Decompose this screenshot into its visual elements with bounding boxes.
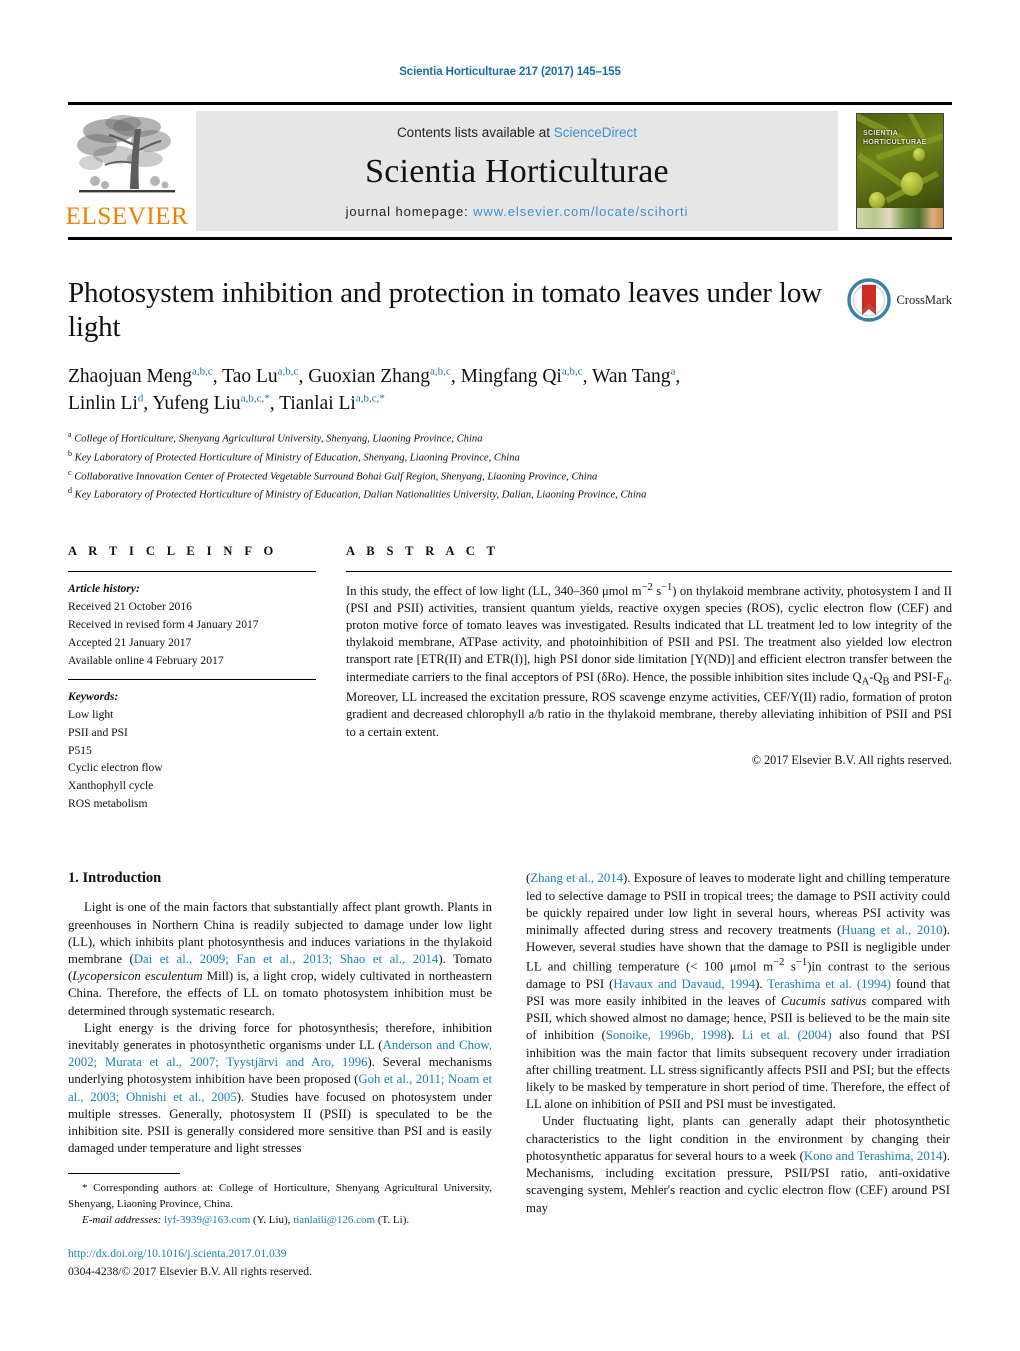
contents-prefix: Contents lists available at xyxy=(396,125,554,140)
abstract-copyright: © 2017 Elsevier B.V. All rights reserved… xyxy=(751,752,952,767)
homepage-link[interactable]: www.elsevier.com/locate/scihorti xyxy=(473,204,688,219)
abstract-text: In this study, the effect of low light (… xyxy=(346,581,952,739)
affiliation-item: b Key Laboratory of Protected Horticultu… xyxy=(68,448,520,464)
author-list: Zhaojuan Menga,b,c, Tao Lua,b,c, Guoxian… xyxy=(68,364,868,418)
elsevier-logo: ELSEVIER xyxy=(65,111,189,231)
keyword-item: Xanthophyll cycle xyxy=(68,779,154,793)
running-head: Scientia Horticulturae 217 (2017) 145–15… xyxy=(399,66,621,78)
keyword-item: PSII and PSI xyxy=(68,725,128,739)
author-line-2: Linlin Lid, Yufeng Liua,b,c,*, Tianlai L… xyxy=(68,392,385,415)
article-history-group: Article history: Received 21 October 201… xyxy=(68,572,316,679)
keywords-label: Keywords: xyxy=(68,689,119,703)
body-right-column: (Zhang et al., 2014). Exposure of leaves… xyxy=(526,870,950,1280)
corresponding-author-note: * Corresponding authors at: College of H… xyxy=(68,1182,492,1211)
article-page: Scientia Horticulturae 217 (2017) 145–15… xyxy=(0,0,1020,1351)
journal-cover-image: SCIENTIA HORTICULTURAE xyxy=(856,113,944,229)
article-info-heading: A R T I C L E I N F O xyxy=(68,543,278,558)
issn-copyright: 0304-4238/© 2017 Elsevier B.V. All right… xyxy=(68,1264,312,1278)
author-line-1: Zhaojuan Menga,b,c, Tao Lua,b,c, Guoxian… xyxy=(68,365,681,388)
abstract-heading: A B S T R A C T xyxy=(346,543,500,558)
email-addresses-note: E-mail addresses: lyf-3939@163.com (Y. L… xyxy=(68,1213,492,1229)
contents-available-line: Contents lists available at ScienceDirec… xyxy=(397,125,637,140)
info-abstract-section: A R T I C L E I N F O Article history: R… xyxy=(68,544,952,823)
paragraph: Under fluctuating light, plants can gene… xyxy=(526,1114,950,1215)
cover-title-line-2: HORTICULTURAE xyxy=(863,138,927,146)
keyword-item: Low light xyxy=(68,707,114,721)
affiliation-list: a College of Horticulture, Shenyang Agri… xyxy=(68,429,952,504)
cover-bottom-strip xyxy=(857,208,943,228)
affiliation-item: c Collaborative Innovation Center of Pro… xyxy=(68,467,598,483)
masthead-center: Contents lists available at ScienceDirec… xyxy=(196,111,838,231)
footnote-block: * Corresponding authors at: College of H… xyxy=(68,1173,492,1280)
journal-masthead: ELSEVIER Contents lists available at Sci… xyxy=(65,102,952,240)
elsevier-wordmark: ELSEVIER xyxy=(65,203,189,230)
title-block: Photosystem inhibition and protection in… xyxy=(68,276,952,504)
crossmark-label: CrossMark xyxy=(896,292,952,307)
keyword-item: Cyclic electron flow xyxy=(68,761,163,775)
keyword-item: ROS metabolism xyxy=(68,797,148,811)
affiliation-item: d Key Laboratory of Protected Horticultu… xyxy=(68,486,647,501)
history-item: Available online 4 February 2017 xyxy=(68,653,224,667)
body-left-column: 1. Introduction Light is one of the main… xyxy=(68,870,492,1280)
homepage-prefix: journal homepage: xyxy=(345,204,474,219)
history-item: Received in revised form 4 January 2017 xyxy=(68,617,259,631)
sciencedirect-link[interactable]: ScienceDirect xyxy=(554,125,637,140)
journal-cover: SCIENTIA HORTICULTURAE xyxy=(848,111,952,231)
email-values[interactable]: lyf-3939@163.com (Y. Liu), tianlaili@126… xyxy=(164,1214,409,1226)
journal-title: Scientia Horticulturae xyxy=(365,153,669,190)
email-label: E-mail addresses: xyxy=(82,1213,162,1226)
paragraph: (Zhang et al., 2014). Exposure of leaves… xyxy=(526,871,951,1112)
page-title: Photosystem inhibition and protection in… xyxy=(68,277,822,344)
keyword-item: P515 xyxy=(68,743,92,757)
body-two-column: 1. Introduction Light is one of the main… xyxy=(68,870,952,1280)
section-heading-introduction: 1. Introduction xyxy=(68,870,162,887)
paragraph: Light energy is the driving force for ph… xyxy=(68,1020,492,1156)
article-info-column: A R T I C L E I N F O Article history: R… xyxy=(68,544,316,823)
cover-title-line-1: SCIENTIA xyxy=(863,130,899,137)
paragraph: Light is one of the main factors that su… xyxy=(68,900,492,1018)
cover-journal-title: SCIENTIA HORTICULTURAE xyxy=(863,130,927,148)
article-history-label: Article history: xyxy=(68,581,140,595)
affiliation-item: a College of Horticulture, Shenyang Agri… xyxy=(68,430,483,445)
crossmark-icon xyxy=(847,278,892,322)
history-item: Received 21 October 2016 xyxy=(68,599,192,613)
abstract-column: A B S T R A C T In this study, the effec… xyxy=(346,544,952,823)
doi-link[interactable]: http://dx.doi.org/10.1016/j.scienta.2017… xyxy=(68,1245,492,1262)
elsevier-tree-icon xyxy=(77,115,175,193)
journal-homepage-line: journal homepage: www.elsevier.com/locat… xyxy=(346,204,689,219)
crossmark-badge[interactable]: CrossMark xyxy=(847,278,952,322)
keywords-group: Keywords: Low light PSII and PSI P515 Cy… xyxy=(68,680,316,823)
history-item: Accepted 21 January 2017 xyxy=(68,635,192,649)
